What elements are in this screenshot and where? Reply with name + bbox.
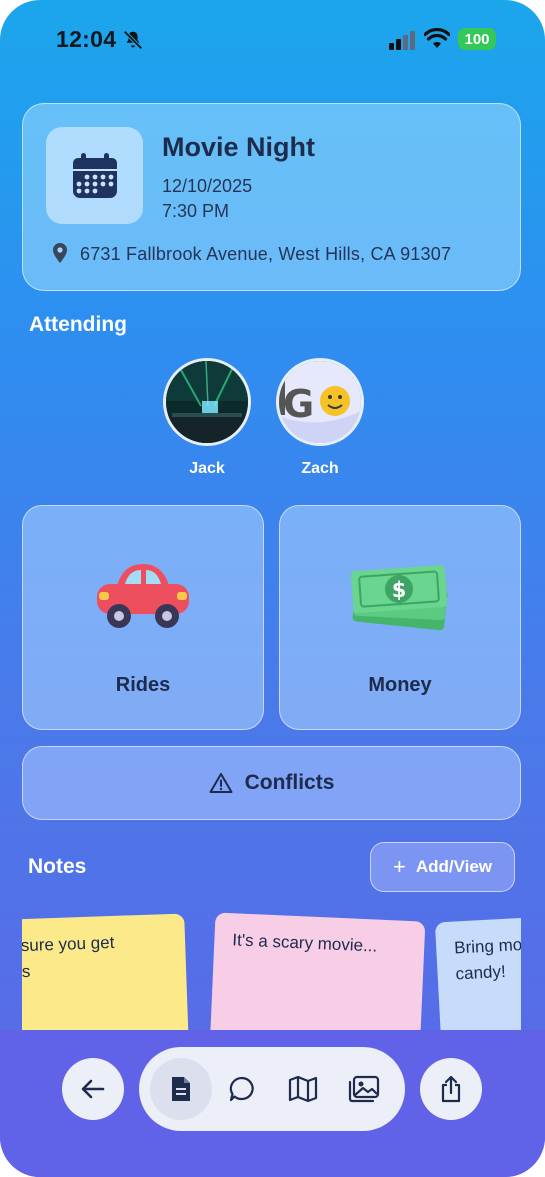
note-card[interactable]: ke sure you get kets — [22, 913, 190, 1030]
note-text: It's a scary movie... — [232, 930, 378, 956]
bottom-nav-bar — [0, 1030, 545, 1177]
status-time: 12:04 — [56, 26, 117, 52]
svg-text:G: G — [283, 382, 314, 426]
map-icon — [288, 1075, 318, 1103]
attendee-name: Jack — [189, 460, 225, 477]
add-view-label: Add/View — [415, 857, 493, 876]
note-text: ke sure you get kets — [22, 932, 115, 982]
battery-indicator: 100 — [458, 28, 496, 50]
calendar-icon — [72, 152, 117, 198]
tab-photos[interactable] — [333, 1058, 395, 1120]
status-bar: 12:04 100 — [0, 22, 545, 58]
rides-tile[interactable]: Rides — [22, 505, 264, 730]
share-button[interactable] — [420, 1058, 482, 1120]
attendee-name: Zach — [301, 460, 339, 477]
event-time: 7:30 PM — [162, 201, 230, 221]
avatar: G — [276, 358, 364, 446]
app-screen: 12:04 100 Movie Night 12/10/2025 7:30 PM… — [0, 0, 545, 1177]
money-label: Money — [368, 674, 432, 696]
share-icon — [441, 1075, 461, 1103]
money-icon: $ — [350, 565, 448, 631]
event-card[interactable]: Movie Night 12/10/2025 7:30 PM 6731 Fall… — [22, 103, 521, 291]
wifi-icon — [424, 28, 450, 48]
event-title: Movie Night — [162, 132, 315, 162]
chat-icon — [229, 1076, 254, 1102]
calendar-icon-box — [46, 127, 143, 224]
add-view-notes-button[interactable]: + Add/View — [370, 842, 515, 892]
svg-text:$: $ — [392, 578, 407, 602]
conflicts-label: Conflicts — [244, 771, 335, 794]
go-logo-avatar: G — [279, 361, 361, 443]
bell-muted-icon — [123, 30, 143, 50]
car-art — [23, 556, 263, 641]
tab-chat[interactable] — [211, 1058, 273, 1120]
warning-icon — [209, 773, 233, 793]
plus-icon: + — [392, 854, 406, 879]
document-icon — [172, 1077, 190, 1101]
notes-carousel[interactable]: ke sure you get kets It's a scary movie.… — [22, 905, 521, 1030]
location-pin-icon — [53, 243, 67, 263]
attending-heading: Attending — [29, 313, 127, 336]
event-date: 12/10/2025 — [162, 176, 253, 196]
battery-level: 100 — [464, 30, 490, 48]
tab-map[interactable] — [272, 1058, 334, 1120]
event-address[interactable]: 6731 Fallbrook Avenue, West Hills, CA 91… — [80, 244, 451, 265]
note-card[interactable]: It's a scary movie... — [208, 912, 426, 1030]
conflicts-button[interactable]: Conflicts — [22, 746, 521, 820]
car-icon — [97, 564, 189, 628]
attendee-zach[interactable]: G Zach — [275, 358, 365, 478]
rides-label: Rides — [115, 674, 171, 696]
note-card[interactable]: Bring mo candy! — [434, 915, 521, 1030]
concert-photo-avatar — [166, 361, 248, 443]
attendee-jack[interactable]: Jack — [162, 358, 252, 478]
money-tile[interactable]: $ Money — [279, 505, 521, 730]
money-art: $ — [280, 556, 520, 641]
photos-icon — [348, 1075, 380, 1103]
note-text: Bring mo candy! — [453, 934, 521, 984]
tab-details[interactable] — [150, 1058, 212, 1120]
back-button[interactable] — [62, 1058, 124, 1120]
notes-heading: Notes — [28, 855, 87, 878]
cell-signal-icon — [389, 31, 415, 50]
arrow-left-icon — [81, 1079, 105, 1099]
tab-bar — [139, 1047, 405, 1131]
avatar — [163, 358, 251, 446]
